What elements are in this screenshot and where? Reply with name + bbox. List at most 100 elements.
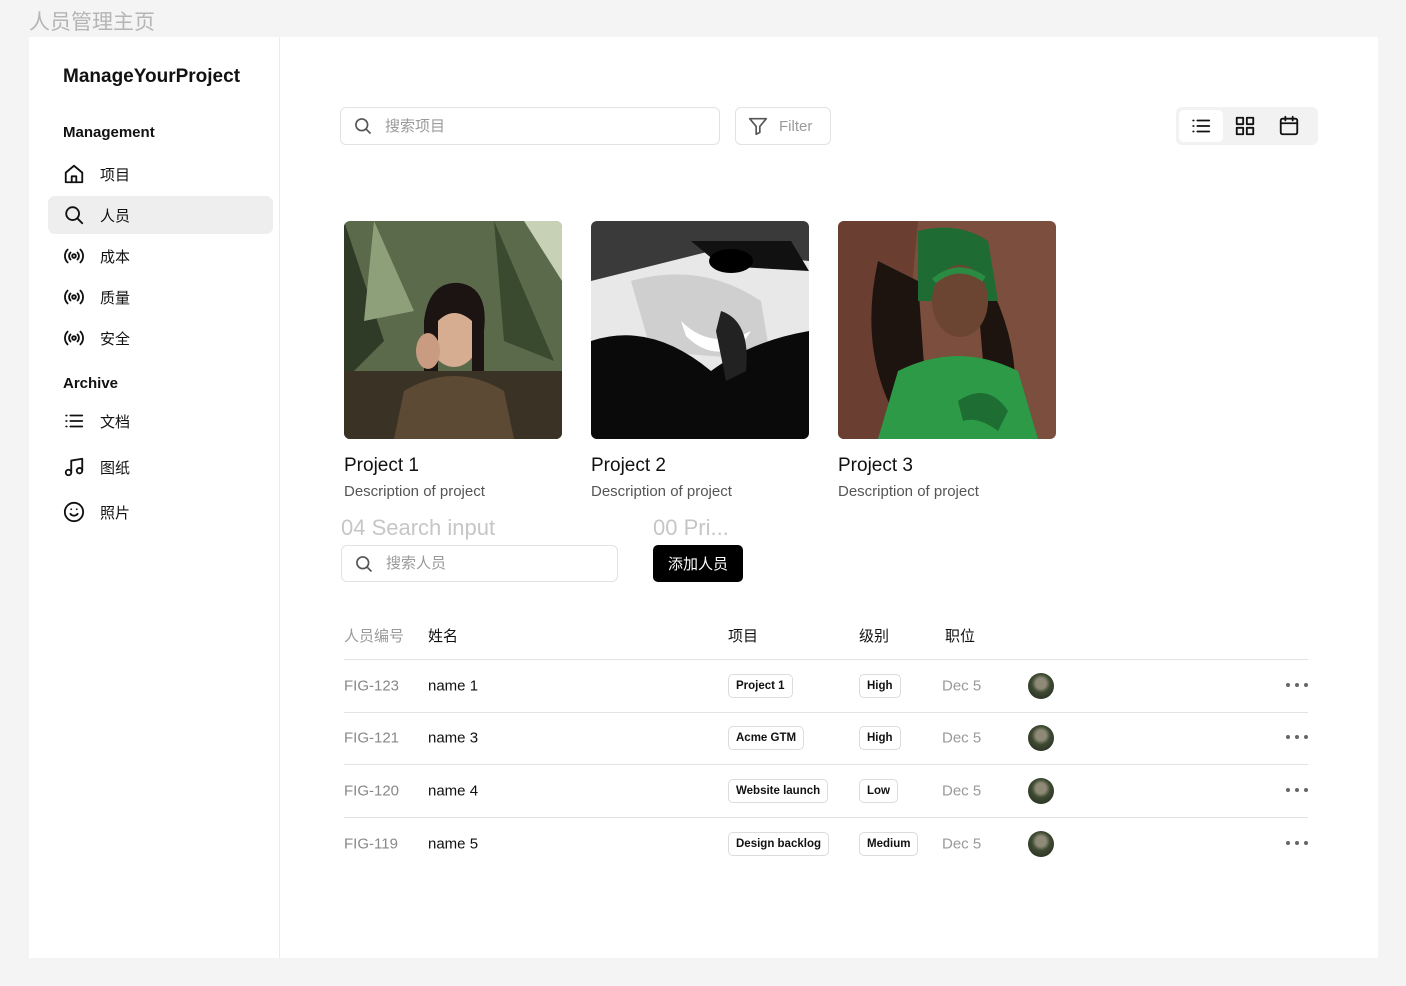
- person-id: FIG-119: [344, 835, 398, 853]
- project-title: Project 3: [838, 455, 913, 476]
- sidebar-item-cost[interactable]: 成本: [48, 237, 273, 275]
- music-note-icon: [63, 456, 85, 478]
- project-description: Description of project: [591, 483, 732, 500]
- sidebar-item-label: 项目: [100, 166, 131, 184]
- project-title: Project 2: [591, 455, 666, 476]
- more-options-icon[interactable]: [1286, 682, 1308, 689]
- project-description: Description of project: [344, 483, 485, 500]
- table-row[interactable]: FIG-121 name 3 Acme GTM High Dec 5: [344, 713, 1308, 765]
- search-icon: [356, 555, 373, 572]
- position-text: Dec 5: [942, 835, 982, 853]
- grid-view-icon: [1235, 116, 1255, 136]
- section-title-archive: Archive: [63, 375, 119, 392]
- view-switcher: [1176, 107, 1318, 145]
- broadcast-icon: [63, 286, 85, 308]
- position-text: Dec 5: [942, 782, 982, 800]
- project-tag[interactable]: Website launch: [728, 778, 829, 803]
- person-name: name 3: [428, 729, 479, 747]
- smiley-icon: [63, 501, 85, 523]
- person-id: FIG-120: [344, 782, 400, 800]
- filter-icon: [748, 117, 768, 136]
- sidebar-item-photos[interactable]: 照片: [48, 493, 273, 531]
- column-header-project[interactable]: 项目: [728, 625, 758, 646]
- brand-logo[interactable]: ManageYourProject: [63, 66, 240, 88]
- page-label: 人员管理主页: [29, 11, 155, 34]
- sidebar-item-label: 质量: [100, 289, 131, 307]
- people-table: 人员编号 姓名 项目 级别 职位 FIG-123 name 1 Project …: [344, 613, 1308, 870]
- sidebar-item-label: 人员: [100, 207, 131, 225]
- calendar-view-button[interactable]: [1267, 110, 1311, 142]
- column-header-id[interactable]: 人员编号: [344, 625, 404, 646]
- section-title-management: Management: [63, 124, 155, 141]
- project-card[interactable]: Project 3 Description of project: [838, 221, 1056, 500]
- primary-button-label: 00 Pri...: [653, 515, 729, 540]
- sidebar-item-label: 图纸: [100, 459, 131, 477]
- sidebar-item-label: 安全: [100, 330, 131, 348]
- avatar: [1028, 830, 1054, 857]
- more-options-icon[interactable]: [1286, 787, 1308, 794]
- project-search-input[interactable]: [385, 117, 645, 135]
- sidebar-item-label: 照片: [100, 504, 131, 522]
- project-card[interactable]: Project 1 Description of project: [344, 221, 562, 500]
- person-id: FIG-121: [344, 729, 400, 747]
- project-image: [591, 221, 809, 439]
- avatar: [1028, 777, 1054, 804]
- person-name: name 5: [428, 835, 479, 853]
- calendar-view-icon: [1279, 115, 1299, 136]
- add-person-button[interactable]: 添加人员: [653, 545, 743, 582]
- sidebar-item-quality[interactable]: 质量: [48, 278, 273, 316]
- avatar: [1028, 672, 1054, 699]
- level-badge: Medium: [859, 831, 919, 856]
- sidebar-item-label: 成本: [100, 248, 131, 266]
- filter-button[interactable]: Filter: [735, 107, 831, 145]
- sidebar-item-projects[interactable]: 项目: [48, 155, 273, 193]
- project-card[interactable]: Project 2 Description of project: [591, 221, 809, 500]
- sidebar-item-safety[interactable]: 安全: [48, 319, 273, 357]
- sidebar-item-drawings[interactable]: 图纸: [48, 448, 273, 486]
- list-view-button[interactable]: [1179, 110, 1223, 142]
- table-row[interactable]: FIG-120 name 4 Website launch Low Dec 5: [344, 765, 1308, 818]
- position-text: Dec 5: [942, 729, 982, 747]
- table-row[interactable]: FIG-123 name 1 Project 1 High Dec 5: [344, 660, 1308, 713]
- column-header-position[interactable]: 职位: [945, 625, 975, 646]
- sidebar-item-label: 文档: [100, 413, 131, 431]
- person-search-input[interactable]: [386, 555, 586, 572]
- project-tag[interactable]: Design backlog: [728, 831, 829, 856]
- position-text: Dec 5: [942, 677, 982, 695]
- search-icon: [63, 204, 85, 226]
- more-options-icon[interactable]: [1286, 840, 1308, 847]
- project-tag[interactable]: Acme GTM: [728, 726, 805, 751]
- project-description: Description of project: [838, 483, 979, 500]
- sidebar-item-people[interactable]: 人员: [48, 196, 273, 234]
- search-input-label: 04 Search input: [341, 515, 496, 540]
- table-header: 人员编号 姓名 项目 级别 职位: [344, 613, 1308, 660]
- project-search[interactable]: [340, 107, 720, 145]
- person-name: name 1: [428, 677, 479, 695]
- project-title: Project 1: [344, 455, 419, 476]
- more-options-icon[interactable]: [1286, 735, 1308, 741]
- grid-view-button[interactable]: [1223, 110, 1267, 142]
- person-name: name 4: [428, 782, 479, 800]
- broadcast-icon: [63, 327, 85, 349]
- project-image: [344, 221, 562, 439]
- search-icon: [355, 118, 372, 135]
- person-search[interactable]: [341, 545, 618, 582]
- column-header-level[interactable]: 级别: [859, 625, 889, 646]
- person-id: FIG-123: [344, 677, 400, 695]
- home-icon: [63, 163, 85, 185]
- list-icon: [63, 410, 85, 432]
- table-row[interactable]: FIG-119 name 5 Design backlog Medium Dec…: [344, 818, 1308, 871]
- level-badge: High: [859, 726, 901, 751]
- filter-label: Filter: [779, 117, 813, 135]
- level-badge: Low: [859, 778, 898, 803]
- sidebar-item-documents[interactable]: 文档: [48, 402, 273, 440]
- broadcast-icon: [63, 245, 85, 267]
- level-badge: High: [859, 673, 901, 698]
- avatar: [1028, 725, 1054, 752]
- column-header-name[interactable]: 姓名: [428, 625, 458, 646]
- sidebar: ManageYourProject Management 项目 人员 成本 质量: [29, 37, 280, 958]
- project-tag[interactable]: Project 1: [728, 673, 793, 698]
- app-frame: ManageYourProject Management 项目 人员 成本 质量: [29, 37, 1378, 958]
- list-view-icon: [1192, 119, 1211, 133]
- project-image: [838, 221, 1056, 439]
